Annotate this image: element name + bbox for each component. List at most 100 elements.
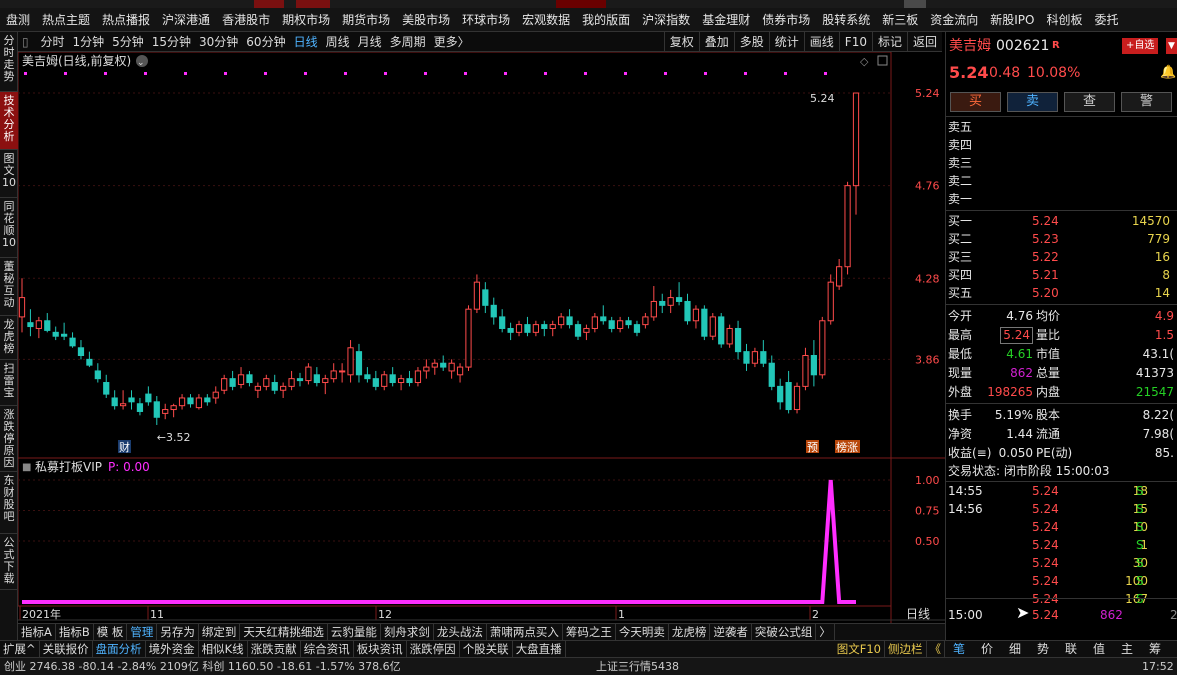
quote-panel-tab[interactable]: 笔 xyxy=(945,641,973,657)
period-collapse-icon[interactable]: ▯ xyxy=(18,32,33,51)
quote-panel-tab[interactable]: 联 xyxy=(1057,641,1085,657)
chart-tool-button[interactable]: 标记 xyxy=(871,32,907,51)
template-tab[interactable]: 云豹量能 xyxy=(328,624,381,640)
extension-tab[interactable]: 盘面分析 xyxy=(93,641,146,657)
menu-item[interactable]: 热点主题 xyxy=(36,8,96,31)
left-tab[interactable]: 图文10 xyxy=(0,150,18,198)
chart-tool-button[interactable]: 画线 xyxy=(803,32,839,51)
extension-tab[interactable]: 板块资讯 xyxy=(354,641,407,657)
template-tab[interactable]: 今天明卖 xyxy=(616,624,669,640)
kline-chart[interactable]: 5.24 4.76 4.28 3.86 美吉姆(日线,前复权) ⌄ ◇ 5.24 ←3.52 财 预… xyxy=(18,52,945,623)
bell-icon[interactable]: 🔔 xyxy=(1160,62,1176,84)
chart-tool-button[interactable]: 叠加 xyxy=(698,32,734,51)
extension-tab[interactable]: 关联报价 xyxy=(40,641,93,657)
menu-item[interactable]: 资金流向 xyxy=(924,8,984,31)
quote-panel-tab[interactable]: 值 xyxy=(1085,641,1113,657)
left-tab[interactable]: 同花顺10 xyxy=(0,198,18,258)
left-tab[interactable]: 龙虎榜 xyxy=(0,316,18,360)
template-tab[interactable]: 龙虎榜 xyxy=(669,624,711,640)
menu-item[interactable]: 新股IPO xyxy=(984,8,1040,31)
template-tab[interactable]: 模 板 xyxy=(94,624,128,640)
trade-button[interactable]: 警 xyxy=(1121,92,1172,112)
quote-panel-tab[interactable]: 主 xyxy=(1113,641,1141,657)
extension-tab[interactable]: 境外资金 xyxy=(146,641,199,657)
chart-tool-button[interactable]: F10 xyxy=(838,32,872,51)
extension-tab[interactable]: 扩展^ xyxy=(0,641,40,657)
extension-right-button[interactable]: 图文F10 xyxy=(834,641,885,657)
menu-item[interactable]: 委托 xyxy=(1089,8,1125,31)
extension-tab[interactable]: 相似K线 xyxy=(199,641,248,657)
watchlist-dropdown-icon[interactable]: ▼ xyxy=(1166,38,1177,54)
template-tab[interactable]: 逆袭者 xyxy=(710,624,752,640)
period-tab[interactable]: 多周期 xyxy=(386,32,430,51)
extension-right-button[interactable]: 侧边栏 xyxy=(885,641,927,657)
quote-panel-tab[interactable]: 势 xyxy=(1029,641,1057,657)
chart-tool-button[interactable]: 统计 xyxy=(768,32,804,51)
indicator-toggle-icon[interactable]: ■ xyxy=(22,462,31,473)
extension-tab[interactable]: 涨跌停因 xyxy=(407,641,460,657)
menu-item[interactable]: 香港股市 xyxy=(216,8,276,31)
menu-item[interactable]: 债券市场 xyxy=(756,8,816,31)
left-tab[interactable]: 技术分析 xyxy=(0,92,18,150)
menu-item[interactable]: 我的版面 xyxy=(576,8,636,31)
quote-panel-tab[interactable]: 价 xyxy=(973,641,1001,657)
period-tab[interactable]: 周线 xyxy=(322,32,354,51)
menu-item[interactable]: 科创板 xyxy=(1041,8,1089,31)
left-tab[interactable]: 东财股吧 xyxy=(0,472,18,534)
period-tab[interactable]: 日线 xyxy=(290,32,322,51)
menu-item[interactable]: 盘测 xyxy=(0,8,36,31)
trade-button[interactable]: 买 xyxy=(950,92,1001,112)
menu-item[interactable]: 环球市场 xyxy=(456,8,516,31)
template-tab[interactable]: 另存为 xyxy=(157,624,199,640)
menu-item[interactable]: 基金理财 xyxy=(696,8,756,31)
left-tab[interactable]: 董秘互动 xyxy=(0,258,18,316)
trade-button[interactable]: 卖 xyxy=(1007,92,1058,112)
template-tab[interactable]: 龙头战法 xyxy=(434,624,487,640)
template-tab[interactable]: 突破公式组 xyxy=(752,624,817,640)
left-tab[interactable]: 涨跌停原因 xyxy=(0,406,18,472)
left-tab[interactable]: 分时走势 xyxy=(0,32,18,92)
chart-tool-button[interactable]: 多股 xyxy=(733,32,769,51)
menu-item[interactable]: 热点播报 xyxy=(96,8,156,31)
menu-item[interactable]: 美股市场 xyxy=(396,8,456,31)
template-tab[interactable]: 筹码之王 xyxy=(563,624,616,640)
left-tab[interactable]: 扫雷宝 xyxy=(0,360,18,406)
add-watchlist-button[interactable]: +自选 xyxy=(1122,38,1159,54)
extension-tab[interactable]: 涨跌贡献 xyxy=(248,641,301,657)
menu-item[interactable]: 股转系统 xyxy=(816,8,876,31)
template-tab[interactable]: 萧啸两点买入 xyxy=(487,624,563,640)
chart-tool-button[interactable]: 返回 xyxy=(906,32,942,51)
period-tab[interactable]: 1分钟 xyxy=(68,32,108,51)
extension-tab[interactable]: 大盘直播 xyxy=(513,641,566,657)
menu-item[interactable]: 期货市场 xyxy=(336,8,396,31)
period-tab[interactable]: 60分钟 xyxy=(242,32,289,51)
period-tab[interactable]: 30分钟 xyxy=(195,32,242,51)
trade-button[interactable]: 查 xyxy=(1064,92,1115,112)
chart-tool-button[interactable]: 复权 xyxy=(663,32,699,51)
menu-item[interactable]: 沪深指数 xyxy=(636,8,696,31)
menu-item[interactable]: 宏观数据 xyxy=(516,8,576,31)
template-tab[interactable]: 〉 xyxy=(816,624,835,640)
template-tab[interactable]: 管理 xyxy=(127,624,158,640)
diamond-icon[interactable]: ◇ xyxy=(860,55,869,68)
template-tab[interactable]: 绑定到 xyxy=(199,624,241,640)
menu-item[interactable]: 沪深港通 xyxy=(156,8,216,31)
maximize-icon[interactable] xyxy=(877,55,888,66)
template-tab[interactable]: 指标B xyxy=(56,624,94,640)
period-tab[interactable]: 更多〉 xyxy=(430,32,474,51)
menu-item[interactable]: 期权市场 xyxy=(276,8,336,31)
template-tab[interactable]: 指标A xyxy=(18,624,56,640)
extension-right-button[interactable]: 《 xyxy=(927,641,945,657)
quote-panel-tab[interactable]: 筹 xyxy=(1141,641,1169,657)
left-tab[interactable]: 公式下载 xyxy=(0,534,18,590)
menu-item[interactable]: 新三板 xyxy=(876,8,924,31)
extension-tab[interactable]: 综合资讯 xyxy=(301,641,354,657)
period-tab[interactable]: 15分钟 xyxy=(148,32,195,51)
template-tab[interactable]: 刻舟求剑 xyxy=(381,624,434,640)
period-tab[interactable]: 5分钟 xyxy=(108,32,148,51)
template-tab[interactable]: 天天红精挑细选 xyxy=(240,624,328,640)
extension-tab[interactable]: 个股关联 xyxy=(460,641,513,657)
quote-panel-tab[interactable]: 细 xyxy=(1001,641,1029,657)
period-tab[interactable]: 分时 xyxy=(36,32,68,51)
period-tab[interactable]: 月线 xyxy=(354,32,386,51)
